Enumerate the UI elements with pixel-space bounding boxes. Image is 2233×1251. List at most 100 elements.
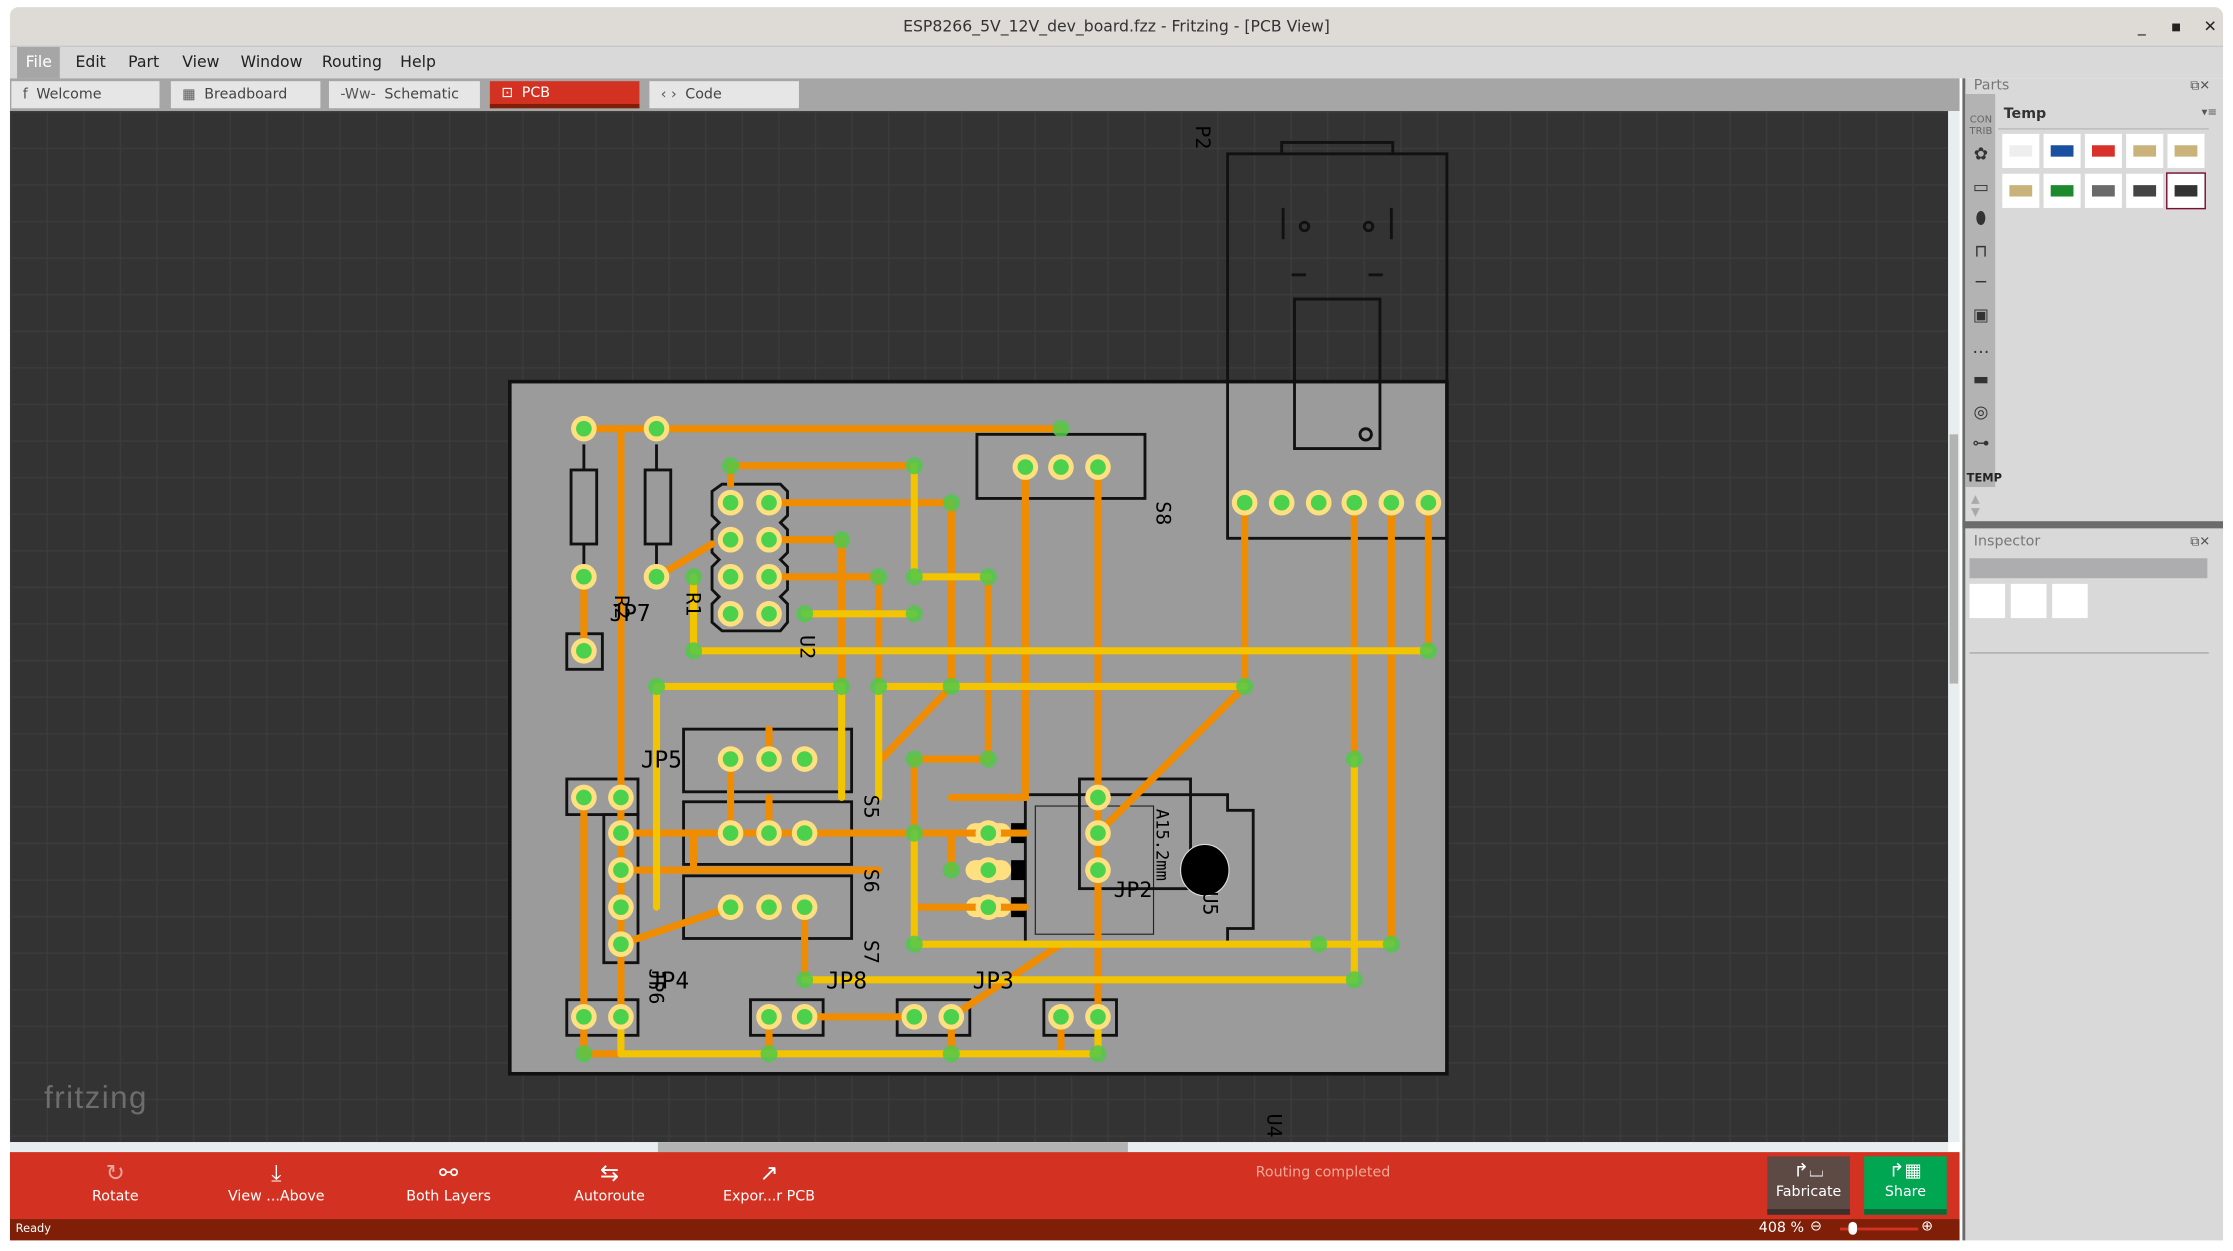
pad-center[interactable] [1090, 789, 1106, 806]
pad-center[interactable] [576, 642, 592, 659]
horizontal-scroll-thumb[interactable] [657, 1142, 1128, 1153]
pad-center[interactable] [980, 862, 997, 878]
tab-welcome[interactable]: f Welcome [11, 81, 160, 109]
autoroute-button[interactable]: ⇆ Autoroute [545, 1158, 673, 1205]
menu-part[interactable]: Part [120, 47, 168, 78]
part-slide-switch[interactable] [2126, 173, 2164, 208]
pad-center[interactable] [613, 825, 629, 841]
diode-bin-icon[interactable]: ─ [1967, 273, 1995, 299]
part-esp8266-module[interactable] [2043, 133, 2081, 169]
via-pad[interactable] [942, 494, 960, 512]
pad-center[interactable] [722, 751, 739, 767]
via-pad[interactable] [796, 971, 814, 989]
pad-center[interactable] [761, 531, 777, 548]
pad-center[interactable] [613, 936, 629, 953]
tab-code[interactable]: ‹ › Code [649, 81, 799, 109]
view-from-above-button[interactable]: ⤓ View ...Above [212, 1158, 340, 1205]
pad-center[interactable] [1346, 494, 1363, 511]
pad-center[interactable] [761, 494, 777, 511]
pad-center[interactable] [1273, 494, 1290, 511]
menu-window[interactable]: Window [232, 47, 311, 78]
via-pad[interactable] [942, 1045, 960, 1063]
pad-center[interactable] [1090, 1008, 1106, 1025]
pcb-canvas[interactable]: P2 U4 R2 JP7 R1 U2 S8 JP5 S5 S6 S7 JP4 J… [9, 111, 1949, 1143]
bin-menu-icon[interactable]: ▾≡ [2202, 105, 2217, 118]
fabricate-button[interactable]: ↱⌴ Fabricate [1767, 1156, 1850, 1215]
more-bin-icon[interactable]: … [1967, 337, 1995, 363]
menu-help[interactable]: Help [392, 47, 445, 78]
zoom-out-icon[interactable]: ⊖ [1810, 1219, 1822, 1235]
via-pad[interactable] [905, 824, 923, 842]
via-pad[interactable] [905, 457, 923, 475]
via-pad[interactable] [1089, 1045, 1107, 1063]
pad-center[interactable] [943, 1008, 960, 1025]
pad-center[interactable] [761, 751, 777, 767]
pad-center[interactable] [980, 899, 997, 915]
via-pad[interactable] [796, 605, 814, 623]
pad-center[interactable] [648, 420, 665, 437]
pad-center[interactable] [613, 899, 629, 915]
both-layers-button[interactable]: ⚯ Both Layers [385, 1158, 513, 1205]
pad-center[interactable] [613, 789, 629, 806]
vertical-scroll-thumb[interactable] [1949, 434, 1959, 684]
pad-center[interactable] [722, 899, 739, 915]
via-pad[interactable] [684, 568, 703, 586]
via-pad[interactable] [979, 750, 997, 768]
pad-center[interactable] [761, 568, 777, 585]
parts-float-close-icon[interactable]: ⧉✕ [2190, 80, 2210, 94]
maximize-button[interactable]: ▪ [2166, 17, 2186, 36]
core-bin-icon[interactable]: ✿ [1967, 144, 1995, 170]
via-pad[interactable] [1236, 677, 1254, 695]
part-breadboard[interactable] [2002, 133, 2040, 169]
via-pad[interactable] [905, 750, 923, 768]
pad-center[interactable] [1053, 459, 1069, 475]
tab-pcb[interactable]: ⊡ PCB [489, 81, 640, 109]
antenna-bin-icon[interactable]: ◎ [1967, 401, 1995, 427]
rotate-button[interactable]: ↻ Rotate [51, 1158, 179, 1205]
pad-center[interactable] [722, 825, 739, 841]
via-pad[interactable] [1419, 642, 1437, 660]
menu-edit[interactable]: Edit [67, 47, 114, 78]
via-pad[interactable] [760, 1045, 778, 1063]
pad-center[interactable] [980, 825, 997, 841]
pad-center[interactable] [576, 420, 592, 437]
pad-center[interactable] [722, 605, 739, 622]
menu-view[interactable]: View [174, 47, 228, 78]
pad-center[interactable] [1053, 1008, 1069, 1025]
close-button[interactable]: ✕ [2200, 17, 2220, 36]
pad-center[interactable] [722, 568, 739, 585]
pad-center[interactable] [576, 789, 592, 806]
zoom-in-icon[interactable]: ⊕ [1921, 1219, 1933, 1235]
pad-center[interactable] [796, 751, 813, 767]
via-pad[interactable] [833, 677, 851, 695]
pad-center[interactable] [1420, 494, 1437, 511]
arduino-bin-icon[interactable]: ⬮ [1967, 208, 1995, 234]
pad-center[interactable] [761, 605, 777, 622]
via-pad[interactable] [1345, 971, 1363, 989]
logic-bin-icon[interactable]: ⊓ [1967, 240, 1995, 266]
part-resistor[interactable] [2084, 173, 2122, 208]
via-pad[interactable] [575, 1045, 593, 1063]
via-pad[interactable] [1345, 750, 1363, 768]
bin-scroll-arrows-icon[interactable]: ▲ ▼ [1971, 493, 1980, 519]
part-regulator-to220[interactable] [2166, 172, 2206, 210]
via-pad[interactable] [870, 677, 888, 695]
pad-center[interactable] [1090, 459, 1106, 475]
via-pad[interactable] [684, 642, 703, 660]
pcb-drawing[interactable]: P2 U4 R2 JP7 R1 U2 S8 JP5 S5 S6 S7 JP4 J… [10, 111, 1948, 1142]
via-pad[interactable] [905, 568, 923, 586]
contrib-bin[interactable]: CON TRIB [1968, 114, 1994, 137]
pad-center[interactable] [722, 531, 739, 548]
tab-breadboard[interactable]: ▦ Breadboard [170, 81, 321, 109]
pad-center[interactable] [761, 1008, 777, 1025]
via-pad[interactable] [1310, 935, 1328, 953]
pad-center[interactable] [613, 1008, 629, 1025]
pad-center[interactable] [722, 494, 739, 511]
pad-center[interactable] [796, 1008, 813, 1025]
pad-center[interactable] [1090, 862, 1106, 878]
button-bin-icon[interactable]: ▣ [1967, 305, 1995, 331]
share-button[interactable]: ↱▦ Share [1864, 1156, 1947, 1215]
pad-center[interactable] [761, 825, 777, 841]
via-pad[interactable] [979, 568, 997, 586]
pad-center[interactable] [1090, 825, 1106, 841]
